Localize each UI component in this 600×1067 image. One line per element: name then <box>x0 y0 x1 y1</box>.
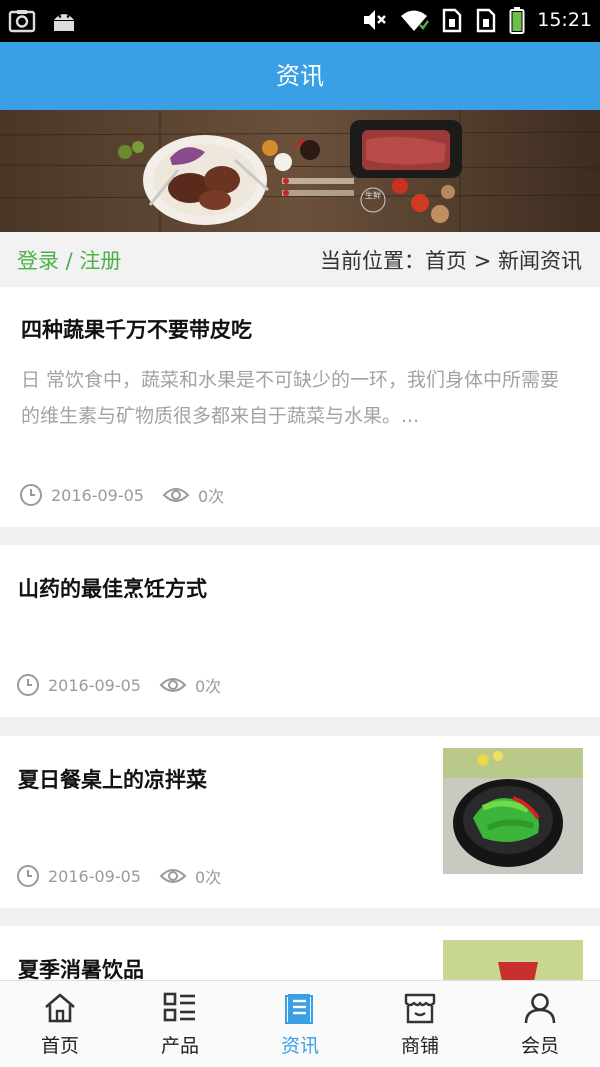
article-card[interactable]: 夏季消暑饮品 <box>0 926 600 986</box>
article-card[interactable]: 夏日餐桌上的凉拌菜 2016-09-05 0次 <box>0 736 600 908</box>
article-title[interactable]: 夏日餐桌上的凉拌菜 <box>18 764 207 794</box>
sim2-icon <box>477 8 496 33</box>
eye-icon <box>162 488 190 502</box>
sim1-icon <box>443 8 462 33</box>
article-date: 2016-09-05 <box>48 675 141 695</box>
article-card[interactable]: 四种蔬果千万不要带皮吃 日 常饮食中，蔬菜和水果是不可缺少的一环，我们身体中所需… <box>0 287 600 527</box>
article-views: 0次 <box>194 677 222 696</box>
tab-label: 首页 <box>40 1035 79 1057</box>
eye-icon <box>159 869 187 883</box>
article-views: 0次 <box>194 868 222 887</box>
tab-home[interactable]: 首页 <box>0 981 120 1067</box>
article-date: 2016-09-05 <box>51 485 144 505</box>
tab-member[interactable]: 会员 <box>480 981 600 1067</box>
grid-list-icon <box>163 992 195 1022</box>
clock-icon <box>17 674 39 696</box>
article-meta: 2016-09-05 0次 <box>19 483 224 507</box>
tab-label: 资讯 <box>280 1035 319 1057</box>
banner-image[interactable]: 生鲜 <box>0 110 600 232</box>
screenshot-icon <box>8 10 36 33</box>
banner-tag: 生鲜 <box>365 190 381 200</box>
status-time: 15:21 <box>537 9 592 31</box>
wifi-icon <box>401 10 430 31</box>
battery-icon <box>509 7 525 34</box>
article-card[interactable]: 山药的最佳烹饪方式 2016-09-05 0次 <box>0 545 600 717</box>
tab-label: 会员 <box>520 1035 559 1057</box>
tab-label: 产品 <box>160 1035 199 1057</box>
article-title[interactable]: 四种蔬果千万不要带皮吃 <box>21 314 252 344</box>
login-register-link[interactable]: 登录 / 注册 <box>17 245 121 275</box>
user-icon <box>524 993 556 1024</box>
shop-icon <box>404 993 436 1024</box>
tab-products[interactable]: 产品 <box>120 981 240 1067</box>
status-bar: 15:21 <box>0 0 600 42</box>
eye-icon <box>159 678 187 692</box>
mute-icon <box>364 10 387 30</box>
bottom-tab-bar: 首页 产品 资讯 商铺 会员 <box>0 980 600 1067</box>
document-icon <box>285 994 313 1024</box>
page-header: 资讯 <box>0 42 600 110</box>
banner-illustration: 生鲜 <box>0 110 600 232</box>
page-title: 资讯 <box>276 62 324 90</box>
home-icon <box>45 993 75 1023</box>
clock-icon <box>20 484 42 506</box>
clock-icon <box>17 865 39 887</box>
breadcrumb-bar: 登录 / 注册 当前位置：首页 > 新闻资讯 <box>0 232 600 286</box>
article-summary: 日 常饮食中，蔬菜和水果是不可缺少的一环，我们身体中所需要的维生素与矿物质很多都… <box>21 369 560 427</box>
tab-label: 商铺 <box>400 1035 439 1057</box>
android-icon <box>54 14 74 31</box>
article-date: 2016-09-05 <box>48 866 141 886</box>
breadcrumb: 当前位置：首页 > 新闻资讯 <box>320 249 582 273</box>
tab-news[interactable]: 资讯 <box>240 981 360 1067</box>
article-thumbnail[interactable] <box>443 748 583 874</box>
salad-image <box>443 748 583 874</box>
tab-shops[interactable]: 商铺 <box>360 981 480 1067</box>
article-title[interactable]: 山药的最佳烹饪方式 <box>18 573 207 603</box>
article-meta: 2016-09-05 0次 <box>16 864 221 888</box>
article-meta: 2016-09-05 0次 <box>16 673 221 697</box>
article-views: 0次 <box>197 487 225 506</box>
